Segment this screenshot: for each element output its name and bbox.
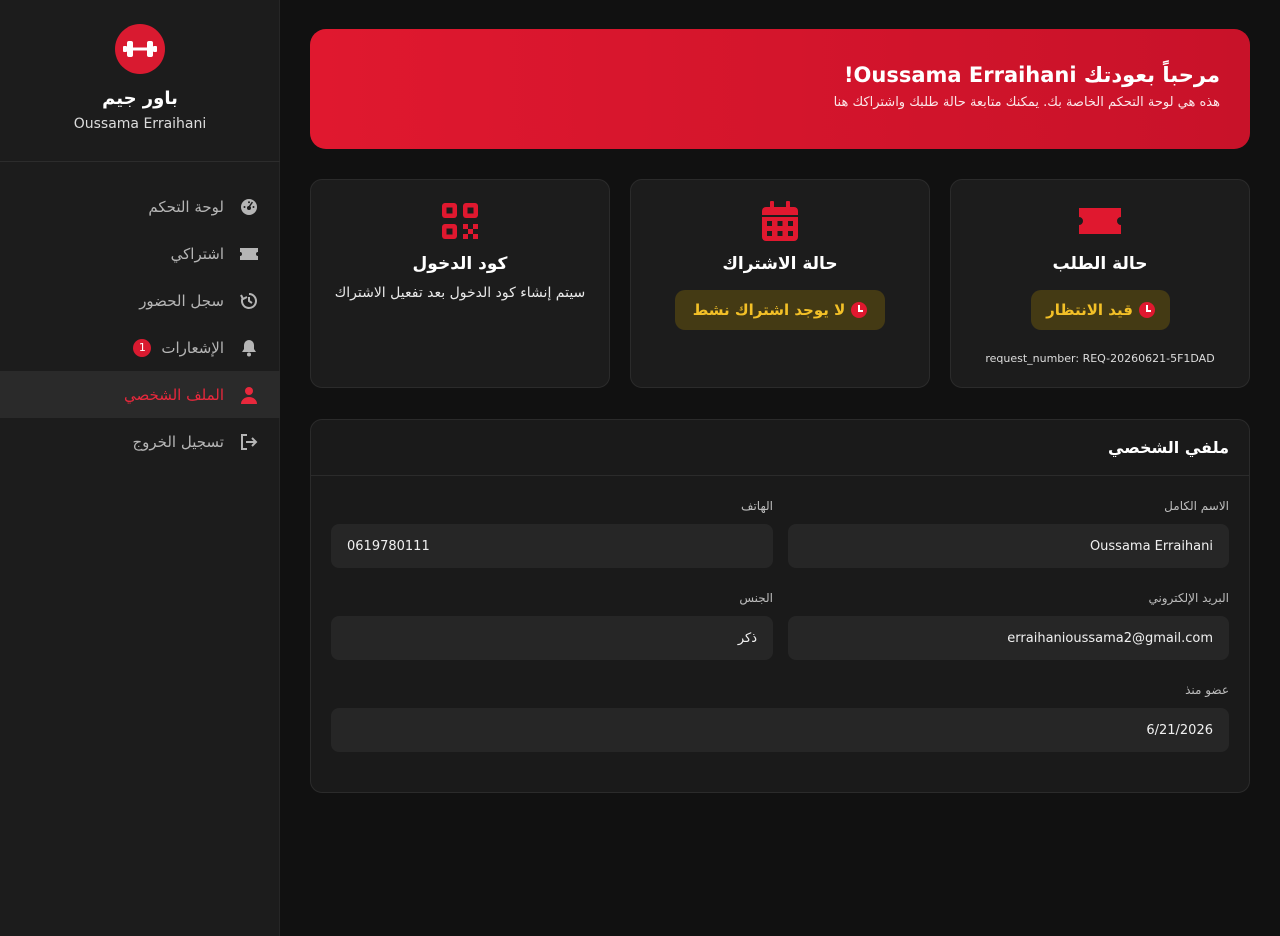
status-badge: قيد الانتظار (1031, 290, 1170, 330)
sidebar-item-logout[interactable]: تسجيل الخروج (0, 418, 280, 465)
calendar-icon (631, 200, 929, 242)
card-title: حالة الطلب (1052, 254, 1148, 274)
card-title: كود الدخول (412, 254, 508, 274)
welcome-banner: مرحباً بعودتك Oussama Erraihani! هذه هي … (310, 29, 1250, 149)
qrcode-icon (311, 200, 609, 242)
ticket-icon (951, 200, 1249, 242)
user-icon (238, 384, 260, 406)
gender-label: الجنس (739, 591, 773, 605)
full-name-label: الاسم الكامل (1164, 499, 1229, 513)
welcome-title: مرحباً بعودتك Oussama Erraihani! (843, 63, 1220, 87)
gender-field[interactable]: ذكر (331, 616, 773, 660)
status-text: لا يوجد اشتراك نشط (692, 301, 846, 319)
request-number: request_number: REQ-20260621-5F1DAD (985, 352, 1215, 365)
email-field[interactable]: erraihanioussama2@gmail.com (788, 616, 1229, 660)
sidebar: باور جيم Oussama Erraihani لوحة التحكم ا… (0, 0, 280, 936)
bell-icon (238, 337, 260, 359)
profile-title: ملفي الشخصي (311, 420, 1249, 476)
clock-icon (1138, 302, 1155, 318)
sidebar-item-attendance[interactable]: سجل الحضور (0, 277, 280, 324)
subscription-status-card: حالة الاشتراك لا يوجد اشتراك نشط (630, 179, 930, 388)
status-badge: لا يوجد اشتراك نشط (675, 290, 885, 330)
card-title: حالة الاشتراك (722, 254, 838, 274)
status-text: قيد الانتظار (1046, 301, 1133, 319)
phone-field[interactable]: 0619780111 (331, 524, 773, 568)
sidebar-item-label: تسجيل الخروج (132, 432, 224, 451)
sidebar-item-label: لوحة التحكم (148, 197, 224, 216)
brand: باور جيم Oussama Erraihani (0, 0, 280, 162)
full-name-field[interactable]: Oussama Erraihani (788, 524, 1229, 568)
clock-icon (851, 302, 868, 318)
dumbbell-icon (115, 24, 165, 74)
sidebar-item-label: سجل الحضور (139, 291, 224, 310)
access-code-message: سيتم إنشاء كود الدخول بعد تفعيل الاشتراك (334, 285, 586, 301)
email-label: البريد الإلكتروني (1148, 591, 1229, 605)
sidebar-item-profile[interactable]: الملف الشخصي (0, 371, 280, 418)
ticket-icon (238, 243, 260, 265)
sidebar-item-subscription[interactable]: اشتراكي (0, 230, 280, 277)
sidebar-nav: لوحة التحكم اشتراكي سجل الحضور الإشعارات… (0, 183, 280, 465)
sidebar-item-dashboard[interactable]: لوحة التحكم (0, 183, 280, 230)
history-icon (238, 290, 260, 312)
welcome-subtitle: هذه هي لوحة التحكم الخاصة بك. يمكنك متاب… (833, 95, 1220, 110)
sidebar-item-label: الإشعارات (161, 338, 224, 357)
request-status-card: حالة الطلب قيد الانتظار request_number: … (950, 179, 1250, 388)
brand-name: باور جيم (102, 88, 178, 109)
sidebar-item-label: اشتراكي (170, 244, 224, 263)
access-code-card: كود الدخول سيتم إنشاء كود الدخول بعد تفع… (310, 179, 610, 388)
sidebar-item-label: الملف الشخصي (124, 385, 224, 404)
phone-label: الهاتف (741, 499, 773, 513)
member-since-field[interactable]: 6/21/2026 (331, 708, 1229, 752)
notification-badge: 1 (133, 338, 152, 357)
dashboard-icon (238, 196, 260, 218)
profile-panel: ملفي الشخصي الاسم الكامل Oussama Erraiha… (310, 419, 1250, 793)
member-since-label: عضو منذ (1185, 683, 1229, 697)
sidebar-item-notifications[interactable]: الإشعارات 1 (0, 324, 280, 371)
user-name: Oussama Erraihani (73, 116, 207, 132)
logout-icon (238, 431, 260, 453)
